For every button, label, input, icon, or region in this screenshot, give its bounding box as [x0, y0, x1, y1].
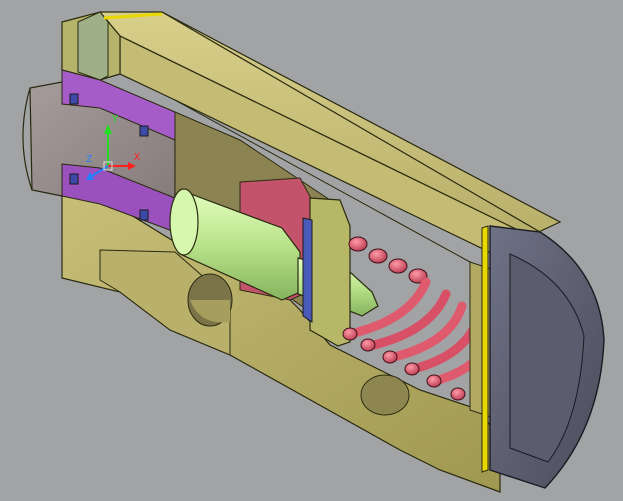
ucs-z-label: Z — [86, 154, 92, 165]
ucs-origin-icon — [86, 124, 136, 180]
ucs-y-label: Y — [112, 114, 118, 125]
ucs-icon: Y X Z — [86, 114, 140, 180]
drawing-viewport[interactable]: Y X Z — [0, 0, 623, 501]
ucs-x-label: X — [134, 152, 140, 163]
